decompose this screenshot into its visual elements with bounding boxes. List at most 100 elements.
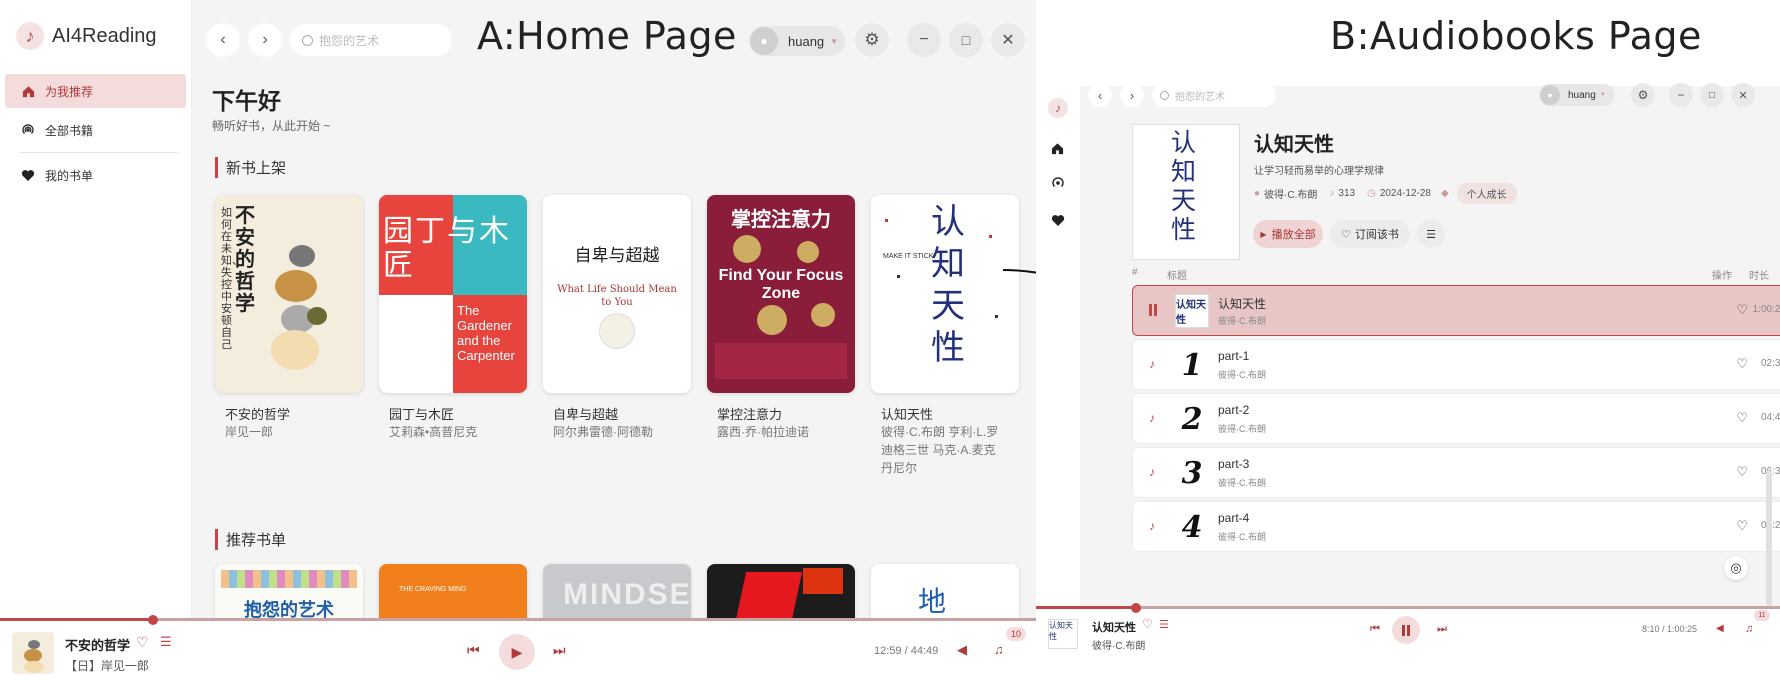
track-row-active[interactable]: 认知天性 认知天性 彼得·C.布朗 ♡ 1:00:25 [1132, 285, 1780, 336]
user-menu[interactable]: ● huang ▼ [1539, 84, 1615, 106]
clock-icon: ◷ [1367, 188, 1376, 199]
audiobooks-window-frame: ♪ ‹ › 抱怨的艺术 ● huang ▼ ⚙ − □ ✕ 认知天性 认知天性 … [1036, 83, 1780, 681]
player-bar: 认知天性 认知天性 ♡ ☰ 彼得·C.布朗 ⏮ ⏭ 8:10 / 1:00:25… [1036, 603, 1780, 681]
previous-track-icon[interactable]: ⏮ [1370, 623, 1380, 636]
music-note-icon: ♪ [1149, 357, 1155, 371]
target-icon: ◎ [1730, 560, 1742, 575]
publish-date: 2024-12-28 [1379, 188, 1431, 199]
home-page-window: ♪ AI4Reading 为我推荐 全部书籍 我的书单 ‹ › 抱怨的艺术 A:… [0, 0, 1036, 681]
like-heart-icon[interactable]: ♡ [1736, 302, 1748, 318]
category-tag[interactable]: 个人成长 [1456, 183, 1517, 204]
now-playing-cover[interactable]: 认知天性 [1048, 619, 1078, 649]
music-note-icon: ♪ [1149, 465, 1155, 479]
chevron-down-icon: ▼ [1599, 92, 1606, 98]
track-thumb: 4 [1181, 509, 1203, 545]
search-placeholder: 抱怨的艺术 [1175, 91, 1225, 103]
close-icon: ✕ [1738, 89, 1748, 102]
track-thumb: 认知天性 [1175, 294, 1209, 328]
like-heart-icon[interactable]: ♡ [1736, 518, 1748, 534]
user-icon: ● [1254, 188, 1261, 199]
minimize-button[interactable]: − [1669, 83, 1693, 107]
queue-icon[interactable]: ♫ [1745, 623, 1753, 635]
queue-count-badge: 11 [1754, 610, 1770, 621]
book-cover-large: 认知天性 [1132, 124, 1240, 260]
playlist-icon[interactable]: ☰ [1159, 618, 1169, 631]
gear-icon: ⚙ [1637, 88, 1649, 102]
podcast-icon[interactable] [1051, 176, 1065, 190]
now-playing-author: 彼得·C.布朗 [1092, 641, 1146, 652]
track-title[interactable]: part-3 [1218, 457, 1249, 471]
col-duration: 时长 [1749, 271, 1769, 282]
maximize-icon: □ [1708, 89, 1716, 101]
minimize-icon: − [1677, 88, 1685, 102]
subscribe-label: 订阅该书 [1354, 229, 1399, 241]
track-row[interactable]: ♪ 4 part-4 彼得·C.布朗 ♡ 08:25 [1132, 501, 1780, 552]
list-icon: ☰ [1426, 228, 1436, 241]
locate-current-button[interactable]: ◎ [1724, 556, 1748, 580]
col-num: # [1132, 267, 1138, 278]
maximize-button[interactable]: □ [1700, 83, 1724, 107]
next-track-icon[interactable]: ⏭ [1437, 623, 1447, 636]
track-title[interactable]: 认知天性 [1218, 295, 1266, 312]
col-actions: 操作 [1712, 271, 1732, 282]
playback-time: 8:10 / 1:00:25 [1642, 624, 1698, 634]
search-icon [1160, 90, 1169, 100]
track-author: 彼得·C.布朗 [1218, 316, 1266, 326]
play-count: 313 [1338, 188, 1356, 199]
connector-arrow [1002, 269, 1036, 274]
panel-title-b: B:Audiobooks Page [1330, 14, 1702, 58]
track-author: 彼得·C.布朗 [1218, 532, 1266, 542]
book-author[interactable]: 彼得·C.布朗 [1264, 186, 1317, 201]
home-icon[interactable] [1051, 142, 1064, 155]
book-meta: ● 彼得·C.布朗 ♪ 313 ◷ 2024-12-28 ◆ 个人成长 [1254, 183, 1517, 204]
track-duration: 04:40 [1760, 412, 1780, 423]
now-playing-title[interactable]: 认知天性 [1092, 619, 1136, 635]
chevron-left-icon: ‹ [1097, 87, 1103, 103]
scrollbar[interactable] [1766, 470, 1772, 606]
track-title[interactable]: part-4 [1218, 511, 1249, 525]
settings-button[interactable]: ⚙ [1631, 83, 1655, 107]
track-duration: 1:00:25 [1752, 304, 1780, 315]
subscribe-button[interactable]: ♡ 订阅该书 [1330, 220, 1410, 248]
heart-icon[interactable] [1051, 214, 1065, 227]
track-author: 彼得·C.布朗 [1218, 370, 1266, 380]
logo-icon: ♪ [1048, 98, 1068, 118]
music-note-icon: ♪ [1149, 519, 1155, 533]
like-heart-icon[interactable]: ♡ [1736, 464, 1748, 480]
track-row[interactable]: ♪ 1 part-1 彼得·C.布朗 ♡ 02:33 [1132, 339, 1780, 390]
track-author: 彼得·C.布朗 [1218, 424, 1266, 434]
track-author: 彼得·C.布朗 [1218, 478, 1266, 488]
like-heart-icon[interactable]: ♡ [1736, 410, 1748, 426]
track-thumb: 2 [1181, 401, 1203, 437]
like-heart-icon[interactable]: ♡ [1736, 356, 1748, 372]
book-title: 认知天性 [1254, 134, 1334, 156]
progress-handle[interactable] [1131, 603, 1141, 613]
tag-icon: ◆ [1440, 188, 1449, 199]
composite-screenshot: ♪ AI4Reading 为我推荐 全部书籍 我的书单 ‹ › 抱怨的艺术 A:… [0, 0, 1780, 681]
pause-icon[interactable] [1149, 304, 1157, 316]
col-title: 标题 [1167, 271, 1187, 282]
track-row[interactable]: ♪ 2 part-2 彼得·C.布朗 ♡ 04:40 [1132, 393, 1780, 444]
progress-fill [1036, 606, 1136, 609]
heart-outline-icon: ♡ [1341, 228, 1351, 241]
search-input[interactable]: 抱怨的艺术 [1152, 83, 1276, 107]
track-title[interactable]: part-1 [1218, 349, 1249, 363]
forward-button[interactable]: › [1120, 83, 1144, 107]
more-options-button[interactable]: ☰ [1417, 220, 1445, 248]
track-title[interactable]: part-2 [1218, 403, 1249, 417]
chevron-right-icon: › [1129, 87, 1135, 103]
play-all-button[interactable]: ▶ 播放全部 [1253, 220, 1323, 248]
pause-button[interactable] [1392, 616, 1420, 644]
back-button[interactable]: ‹ [1088, 83, 1112, 107]
like-heart-icon[interactable]: ♡ [1142, 617, 1153, 631]
track-thumb: 3 [1181, 455, 1203, 491]
table-header: # 标题 操作 时长 [1132, 264, 1780, 282]
volume-icon[interactable]: ◀ [1716, 623, 1724, 634]
close-button[interactable]: ✕ [1731, 83, 1755, 107]
collapsed-sidebar: ♪ [1036, 86, 1090, 606]
avatar: ● [1540, 85, 1560, 105]
track-duration: 02:33 [1760, 358, 1780, 369]
audiobooks-page-window: B:Audiobooks Page ♪ ‹ › 抱怨的艺术 ● huang ▼ … [1036, 0, 1780, 681]
track-row[interactable]: ♪ 3 part-3 彼得·C.布朗 ♡ 06:36 [1132, 447, 1780, 498]
pause-icon [1402, 624, 1410, 636]
